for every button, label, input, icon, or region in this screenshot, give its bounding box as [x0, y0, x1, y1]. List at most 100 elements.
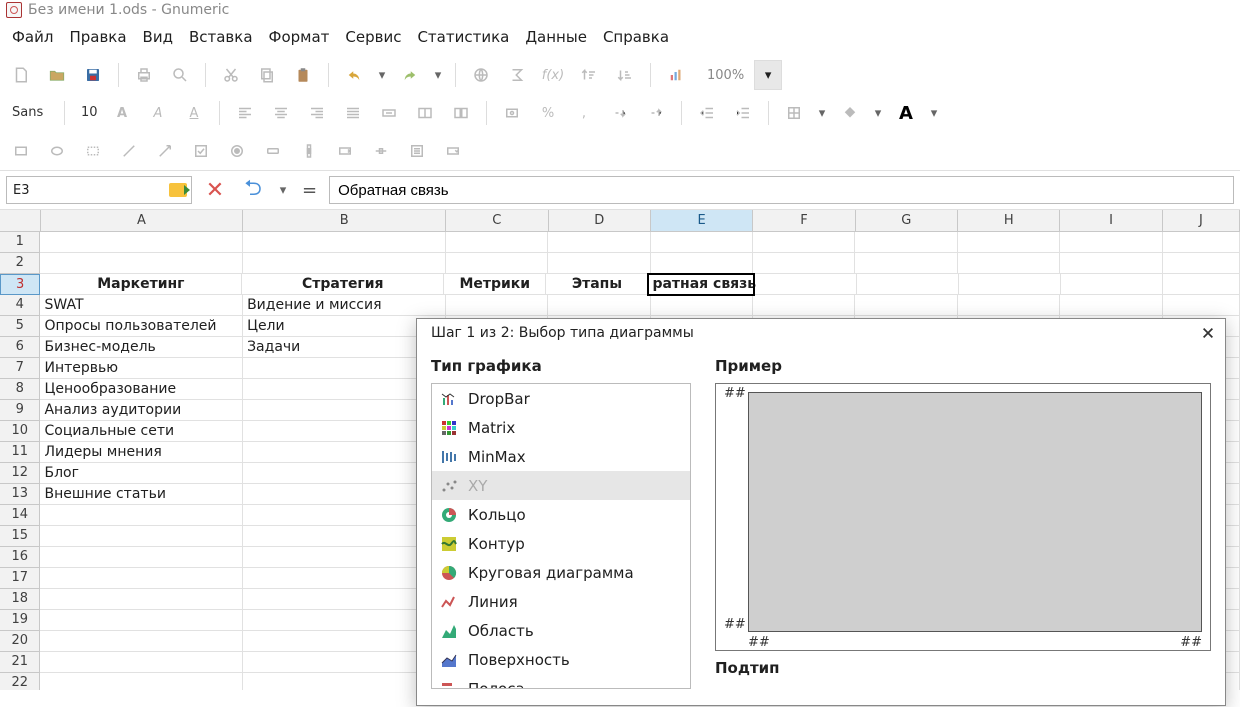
row-header-17[interactable]: 17 — [0, 568, 40, 589]
cell-A15[interactable] — [40, 526, 243, 547]
column-header-J[interactable]: J — [1163, 210, 1240, 231]
align-left-icon[interactable] — [230, 98, 260, 128]
row-header-16[interactable]: 16 — [0, 547, 40, 568]
cell-J4[interactable] — [1163, 295, 1240, 316]
menu-file[interactable]: Файл — [6, 26, 59, 48]
cell-A8[interactable]: Ценообразование — [40, 379, 243, 400]
currency-icon[interactable] — [497, 98, 527, 128]
menu-format[interactable]: Формат — [263, 26, 336, 48]
row-header-3[interactable]: 3 — [0, 274, 40, 295]
function-icon[interactable]: f(x) — [538, 60, 568, 90]
row-header-6[interactable]: 6 — [0, 337, 40, 358]
cell-E1[interactable] — [651, 232, 753, 253]
chart-type-поверхность[interactable]: Поверхность — [432, 645, 690, 674]
align-justify-icon[interactable] — [338, 98, 368, 128]
row-header-21[interactable]: 21 — [0, 652, 40, 673]
cell-A10[interactable]: Социальные сети — [40, 421, 243, 442]
list-icon[interactable] — [402, 136, 432, 166]
cell-D3[interactable]: Этапы — [546, 274, 648, 295]
close-icon[interactable] — [1199, 324, 1217, 342]
cell-B3[interactable]: Стратегия — [242, 274, 444, 295]
cell-E4[interactable] — [651, 295, 753, 316]
percent-icon[interactable]: % — [533, 98, 563, 128]
borders-dropdown[interactable]: ▾ — [815, 98, 829, 128]
font-size-field[interactable]: 10 — [75, 101, 101, 125]
sort-asc-icon[interactable] — [574, 60, 604, 90]
open-icon[interactable] — [42, 60, 72, 90]
accept-edit-icon[interactable]: ⮌ — [238, 175, 268, 205]
row-header-14[interactable]: 14 — [0, 505, 40, 526]
cell-F3[interactable] — [754, 274, 856, 295]
chart-type-полоса[interactable]: Полоса — [432, 674, 690, 689]
cell-G4[interactable] — [855, 295, 957, 316]
align-center-icon[interactable] — [266, 98, 296, 128]
cell-F2[interactable] — [753, 253, 855, 274]
menu-view[interactable]: Вид — [137, 26, 179, 48]
cell-A2[interactable] — [40, 253, 243, 274]
cell-I4[interactable] — [1060, 295, 1162, 316]
print-icon[interactable] — [129, 60, 159, 90]
cell-C3[interactable]: Метрики — [444, 274, 546, 295]
cell-D2[interactable] — [548, 253, 650, 274]
undo-dropdown[interactable]: ▾ — [375, 60, 389, 90]
row-header-15[interactable]: 15 — [0, 526, 40, 547]
menu-statistics[interactable]: Статистика — [411, 26, 515, 48]
row-header-9[interactable]: 9 — [0, 400, 40, 421]
row-header-8[interactable]: 8 — [0, 379, 40, 400]
row-header-4[interactable]: 4 — [0, 295, 40, 316]
cell-C4[interactable] — [446, 295, 548, 316]
font-color-icon[interactable]: A — [891, 98, 921, 128]
radio-icon[interactable] — [222, 136, 252, 166]
row-header-13[interactable]: 13 — [0, 484, 40, 505]
menu-data[interactable]: Данные — [519, 26, 593, 48]
cell-F1[interactable] — [753, 232, 855, 253]
row-header-20[interactable]: 20 — [0, 631, 40, 652]
row-header-22[interactable]: 22 — [0, 673, 40, 690]
accept-dropdown[interactable]: ▾ — [276, 175, 290, 205]
split-cells-icon[interactable] — [446, 98, 476, 128]
column-header-H[interactable]: H — [958, 210, 1060, 231]
select-all-corner[interactable] — [0, 210, 41, 231]
column-header-D[interactable]: D — [549, 210, 651, 231]
formula-input[interactable] — [329, 176, 1234, 204]
row-header-7[interactable]: 7 — [0, 358, 40, 379]
column-header-C[interactable]: C — [446, 210, 548, 231]
new-doc-icon[interactable] — [6, 60, 36, 90]
cell-A20[interactable] — [40, 631, 243, 652]
row-header-12[interactable]: 12 — [0, 463, 40, 484]
paste-icon[interactable] — [288, 60, 318, 90]
cell-A19[interactable] — [40, 610, 243, 631]
menu-edit[interactable]: Правка — [63, 26, 132, 48]
menu-tools[interactable]: Сервис — [339, 26, 407, 48]
increase-indent-icon[interactable] — [728, 98, 758, 128]
font-color-dropdown[interactable]: ▾ — [927, 98, 941, 128]
cell-E3[interactable]: ратная связь — [648, 274, 754, 295]
row-header-18[interactable]: 18 — [0, 589, 40, 610]
cell-C2[interactable] — [446, 253, 548, 274]
align-right-icon[interactable] — [302, 98, 332, 128]
fill-color-icon[interactable] — [835, 98, 865, 128]
cell-A1[interactable] — [40, 232, 243, 253]
hyperlink-icon[interactable] — [466, 60, 496, 90]
underline-icon[interactable]: A — [179, 98, 209, 128]
cell-A9[interactable]: Анализ аудитории — [40, 400, 243, 421]
cell-A17[interactable] — [40, 568, 243, 589]
cancel-edit-icon[interactable]: ✕ — [200, 175, 230, 205]
cell-D4[interactable] — [548, 295, 650, 316]
row-header-5[interactable]: 5 — [0, 316, 40, 337]
menu-help[interactable]: Справка — [597, 26, 675, 48]
cell-A14[interactable] — [40, 505, 243, 526]
save-icon[interactable] — [78, 60, 108, 90]
chart-icon[interactable] — [661, 60, 691, 90]
zoom-combo[interactable]: 100% ▾ — [697, 60, 782, 90]
sum-icon[interactable] — [502, 60, 532, 90]
ellipse-icon[interactable] — [42, 136, 72, 166]
scrollbar-icon[interactable] — [294, 136, 324, 166]
decrease-decimal-icon[interactable] — [641, 98, 671, 128]
column-header-B[interactable]: B — [243, 210, 446, 231]
cell-A16[interactable] — [40, 547, 243, 568]
cell-A6[interactable]: Бизнес-модель — [40, 337, 243, 358]
cell-B2[interactable] — [243, 253, 446, 274]
zoom-dropdown-icon[interactable]: ▾ — [754, 60, 782, 90]
button-icon[interactable] — [258, 136, 288, 166]
